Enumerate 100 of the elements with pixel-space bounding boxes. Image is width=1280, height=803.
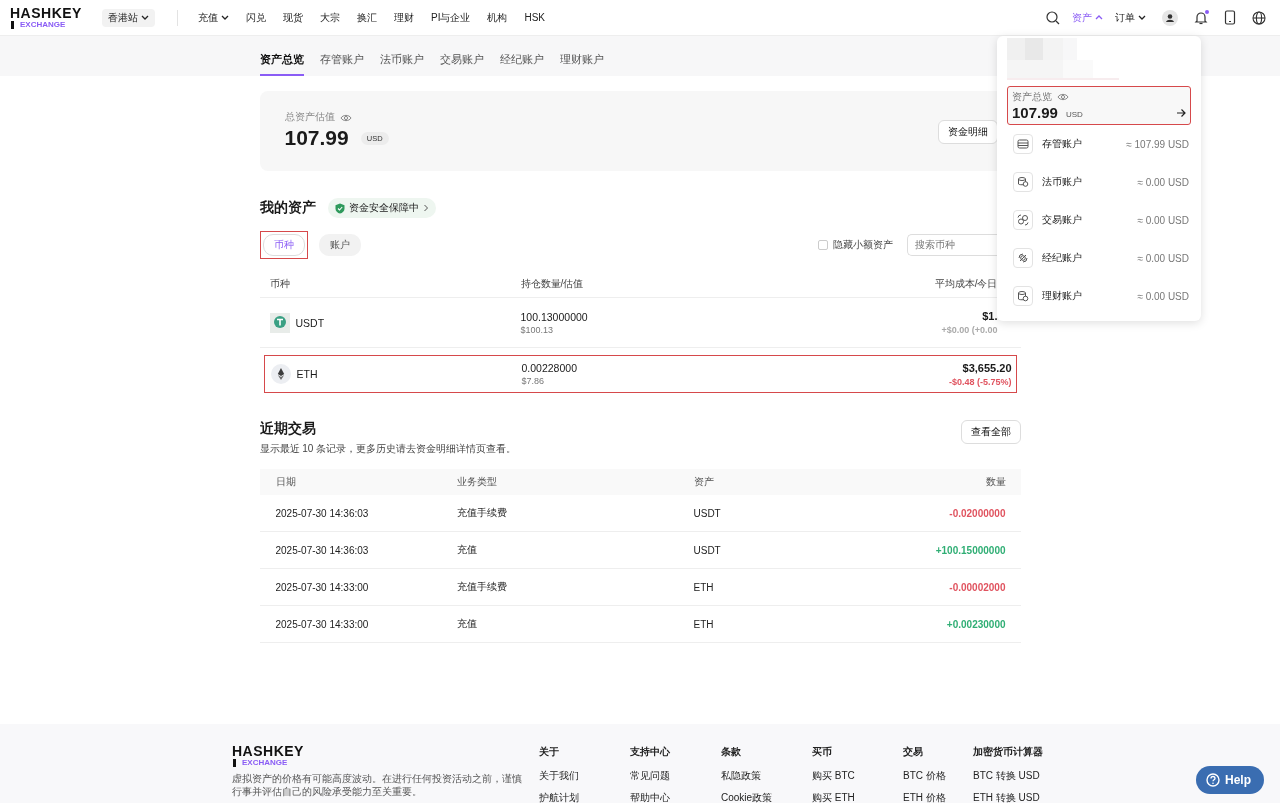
table-cell: -0.02000000 [949,507,1006,519]
footer-heading: 交易 [903,745,924,759]
coin-name: ETH [296,368,318,380]
shield-icon [334,202,345,214]
daily-change: -$0.48 (-5.75%) [948,376,1012,387]
help-button[interactable]: Help [1196,766,1264,794]
security-badge[interactable]: 资金安全保障中 [327,198,436,218]
nav-link[interactable]: 闪兑 [245,10,266,25]
table-cell-text: 充值 [456,543,478,557]
section-title: 近期交易 [259,420,317,438]
eye-icon[interactable] [339,112,352,123]
wealth-account-icon [1017,290,1029,302]
footer-link[interactable]: 购买 BTC [812,769,903,783]
table-cell-text: ETH [693,581,715,593]
column-header: 平均成本/今日 [934,277,998,291]
tab[interactable]: 存管账户 [319,52,364,76]
fund-details-button[interactable]: 资金明细 [937,120,998,144]
account-item[interactable]: 法币账户 ≈ 0.00 USD [1007,163,1191,201]
holding-amount: 0.00228000 [521,362,578,374]
column-header: 数量 [985,475,1006,489]
arrow-right-icon[interactable] [1176,107,1186,118]
table-cell-text: USDT [693,507,722,519]
highlighted-summary-card[interactable]: 资产总览 107.99 USD [1007,86,1191,125]
ethereum-icon [270,364,291,384]
filter-tab[interactable]: 币种 [262,233,305,256]
label: 资产总览 [1012,90,1052,104]
chevron-icon [422,204,429,212]
nav-link[interactable]: 机构 [487,10,508,25]
caret-icon [1138,14,1146,21]
tab[interactable]: 交易账户 [439,52,484,76]
footer-link[interactable]: 购买 ETH [812,791,903,803]
footer-link[interactable]: 常见问题 [630,769,721,783]
avatar-icon[interactable] [1162,9,1178,26]
total-value: 107.99 [284,126,349,150]
table-cell: +0.00230000 [946,618,1006,630]
nav-link[interactable]: PI与企业 [430,10,471,25]
nav-link[interactable]: 现货 [282,10,303,25]
nav-link[interactable]: 充值 [197,10,229,25]
column-header: 资产 [693,475,715,489]
logo[interactable]: HASHKEY EXCHANGE [232,744,539,767]
footer-link[interactable]: 私隐政策 [721,769,812,783]
footer-heading: 加密货币计算器 [973,745,1044,759]
column-header: 币种 [269,277,291,291]
logo[interactable]: HASHKEY EXCHANGE [10,6,82,29]
currency-label: USD [1065,109,1083,119]
footer-link[interactable]: Cookie政策 [721,791,812,803]
footer-link[interactable]: BTC 价格 [903,769,973,783]
site-selector[interactable]: 香港站 [101,8,155,27]
nav-link[interactable]: HSK [524,10,545,25]
section-subtitle: 显示最近 10 条记录，更多历史请去资金明细详情页查看。 [259,442,517,456]
coin-name: USDT [295,316,325,329]
average-cost: $3,655.20 [961,361,1012,374]
account-item[interactable]: 存管账户 ≈ 107.99 USD [1007,125,1191,163]
tab[interactable]: 资产总览 [259,52,304,76]
checkbox[interactable] [817,239,828,250]
holding-value: $100.13 [520,324,555,335]
search-field[interactable]: 搜索币种 [906,233,1000,256]
question-icon [1206,773,1220,787]
account-item[interactable]: 理财账户 ≈ 0.00 USD [1007,277,1191,315]
nav-link[interactable]: 换汇 [356,10,377,25]
eye-icon[interactable] [1057,92,1069,102]
checkbox-label: 隐藏小额资产 [832,237,893,252]
search-icon[interactable] [1046,10,1060,25]
footer-link[interactable]: 帮助中心 [630,791,721,803]
footer-link[interactable]: ETH 价格 [903,791,973,803]
nav-link[interactable]: 理财 [393,10,414,25]
bell-icon[interactable] [1194,10,1208,25]
view-all-button[interactable]: 查看全部 [960,420,1021,444]
brokerage-account-icon [1017,252,1029,264]
fiat-account-icon [1017,176,1029,188]
tab[interactable]: 法币账户 [379,52,424,76]
table-cell-text: ETH [693,618,715,630]
nav-link[interactable]: 大宗 [319,10,340,25]
tab[interactable]: 理财账户 [559,52,604,76]
footer-link[interactable]: BTC 转换 USD [973,769,1062,783]
globe-icon[interactable] [1252,10,1266,25]
average-cost: $1. [981,310,998,322]
table-cell-text: 充值手续费 [456,580,508,594]
section-title: 我的资产 [259,199,316,217]
menu-toggle[interactable]: 资产 [1072,10,1103,25]
footer-heading: 条款 [721,745,742,759]
caret-icon [1095,14,1103,21]
phone-icon[interactable] [1224,10,1236,25]
table-cell-text: 2025-07-30 14:33:00 [275,581,370,593]
table-cell-text: USDT [693,544,722,556]
table-cell-text: 充值 [456,617,478,631]
account-item[interactable]: 经纪账户 ≈ 0.00 USD [1007,239,1191,277]
caret-icon [140,14,149,21]
total-value: 107.99 [1012,104,1058,121]
account-item[interactable]: 交易账户 ≈ 0.00 USD [1007,201,1191,239]
footer-heading: 买币 [812,745,833,759]
filter-tab[interactable]: 账户 [319,233,361,256]
table-cell: +100.15000000 [935,544,1006,556]
tab[interactable]: 经纪账户 [499,52,544,76]
menu-toggle[interactable]: 订单 [1115,10,1146,25]
table-cell: -0.00002000 [949,581,1006,593]
footer-link[interactable]: 护航计划 [539,791,630,803]
label: 总资产估值 [284,111,335,124]
footer-link[interactable]: ETH 转换 USD [973,791,1062,803]
footer-link[interactable]: 关于我们 [539,769,630,783]
